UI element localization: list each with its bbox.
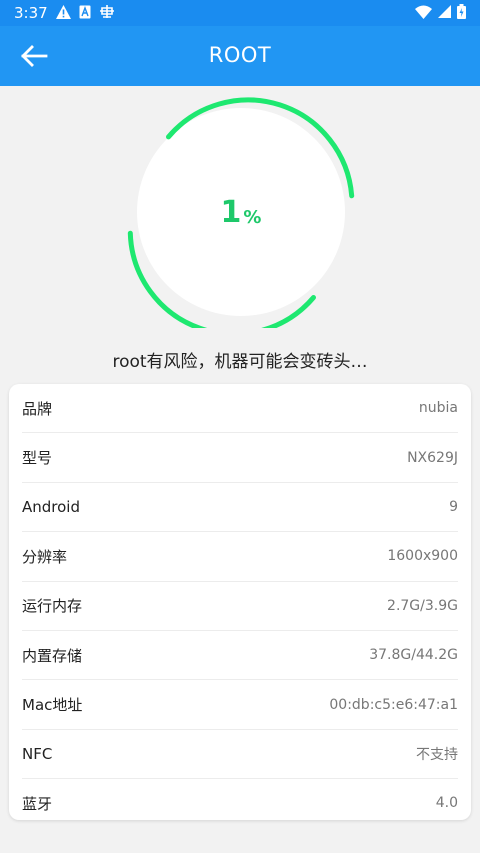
info-row-ram: 运行内存 2.7G/3.9G — [22, 582, 458, 631]
status-bar: 3:37 — [0, 0, 480, 26]
wifi-icon — [415, 5, 432, 19]
battery-icon — [457, 4, 466, 19]
page-title: ROOT — [208, 43, 272, 67]
info-value: 不支持 — [416, 746, 458, 763]
info-value: 9 — [449, 498, 458, 515]
warning-text: root有风险，机器可能会变砖头… — [112, 352, 368, 372]
info-row-model: 型号 NX629J — [22, 433, 458, 483]
progress-value: 1 — [220, 194, 242, 230]
status-time: 3:37 — [14, 4, 48, 22]
info-label: Mac地址 — [22, 696, 83, 715]
info-row-resolution: 分辨率 1600x900 — [22, 532, 458, 582]
warning-icon — [56, 4, 71, 19]
bug-icon — [100, 5, 114, 18]
info-value: 37.8G/44.2G — [369, 647, 458, 664]
device-info-card: 品牌 nubia 型号 NX629J Android 9 分辨率 1600x90… — [9, 384, 471, 820]
info-row-nfc: NFC 不支持 — [22, 730, 458, 780]
status-left-icons — [56, 4, 115, 19]
info-label: 分辨率 — [22, 547, 68, 566]
info-row-bluetooth: 蓝牙 4.0 — [22, 779, 458, 827]
info-row-storage: 内置存储 37.8G/44.2G — [22, 631, 458, 681]
progress-gauge: 1 % — [125, 96, 357, 328]
info-row-brand: 品牌 nubia — [22, 384, 458, 434]
app-bar: ROOT — [0, 26, 480, 86]
info-value: NX629J — [407, 449, 458, 466]
progress-label: 1 % — [125, 96, 357, 328]
info-row-android: Android 9 — [22, 483, 458, 533]
info-row-mac: Mac地址 00:db:c5:e6:47:a1 — [22, 680, 458, 730]
status-right-icons — [415, 4, 466, 19]
info-value: 4.0 — [435, 795, 458, 812]
info-value: nubia — [418, 400, 458, 417]
progress-unit: % — [243, 206, 262, 228]
info-label: NFC — [22, 744, 53, 763]
info-label: 内置存储 — [22, 646, 83, 665]
info-value: 2.7G/3.9G — [387, 597, 458, 614]
signal-icon — [438, 5, 451, 18]
info-value: 00:db:c5:e6:47:a1 — [329, 696, 458, 713]
info-label: 品牌 — [22, 399, 53, 418]
info-label: Android — [22, 497, 80, 516]
info-label: 运行内存 — [22, 597, 83, 616]
info-value: 1600x900 — [387, 548, 458, 565]
a-box-icon — [79, 5, 91, 18]
info-label: 型号 — [22, 449, 53, 468]
info-label: 蓝牙 — [22, 794, 53, 813]
